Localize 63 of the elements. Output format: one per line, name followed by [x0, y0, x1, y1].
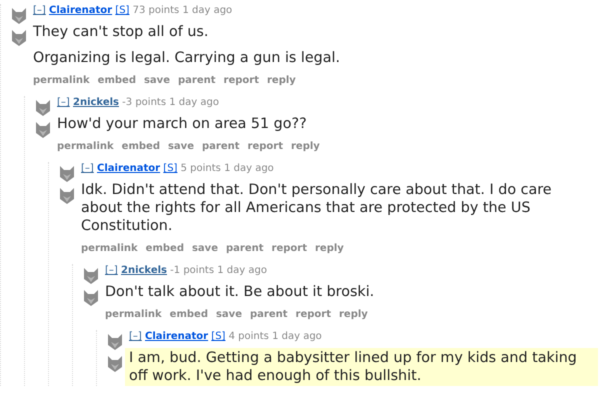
action-link[interactable]: parent: [250, 308, 288, 322]
action-link[interactable]: reply: [291, 140, 320, 154]
collapse-toggle[interactable]: [–]: [81, 163, 94, 174]
wolf-icon: [11, 7, 27, 25]
author-link[interactable]: Clairenator: [49, 5, 112, 16]
action-link[interactable]: save: [144, 74, 170, 88]
author-link[interactable]: 2nickels: [73, 97, 119, 108]
author-link[interactable]: 2nickels: [121, 265, 167, 276]
action-link[interactable]: embed: [146, 242, 184, 256]
wolf-icon: [11, 29, 27, 47]
timestamp: 1 day ago: [224, 163, 274, 174]
wolf-icon: [59, 165, 75, 183]
action-link[interactable]: save: [216, 308, 242, 322]
timestamp: 1 day ago: [272, 331, 322, 342]
timestamp: 1 day ago: [169, 97, 219, 108]
action-link[interactable]: permalink: [105, 308, 162, 322]
submitter-tag[interactable]: [S]: [115, 5, 130, 16]
wolf-icon: [35, 121, 51, 139]
timestamp: 1 day ago: [217, 265, 267, 276]
wolf-icon: [107, 333, 123, 351]
author-link[interactable]: Clairenator: [145, 331, 208, 342]
action-link[interactable]: permalink: [57, 140, 114, 154]
collapse-toggle[interactable]: [–]: [57, 97, 70, 108]
collapse-toggle[interactable]: [–]: [33, 5, 46, 16]
action-link[interactable]: report: [224, 74, 259, 88]
collapse-toggle[interactable]: [–]: [129, 331, 142, 342]
score-text: -3 points: [122, 97, 166, 108]
score-text: 5 points: [180, 163, 221, 174]
action-link[interactable]: embed: [98, 74, 136, 88]
action-link[interactable]: permalink: [33, 74, 90, 88]
timestamp: 1 day ago: [182, 5, 232, 16]
action-link[interactable]: report: [272, 242, 307, 256]
collapse-toggle[interactable]: [–]: [105, 265, 118, 276]
submitter-tag[interactable]: [S]: [163, 163, 178, 174]
action-link[interactable]: reply: [339, 308, 368, 322]
action-link[interactable]: embed: [170, 308, 208, 322]
action-link[interactable]: parent: [226, 242, 264, 256]
score-text: 73 points: [132, 5, 180, 16]
wolf-icon: [107, 355, 123, 373]
author-link[interactable]: Clairenator: [97, 163, 160, 174]
wolf-icon: [35, 99, 51, 117]
wolf-icon: [59, 187, 75, 205]
action-link[interactable]: save: [192, 242, 218, 256]
comment-text: Don't talk about it. Be about it broski.: [105, 283, 376, 301]
comment-text: They can't stop all of us.: [33, 23, 210, 41]
action-link[interactable]: permalink: [81, 242, 138, 256]
score-text: 4 points: [228, 331, 269, 342]
comment-text: Organizing is legal. Carrying a gun is legal.: [33, 49, 342, 67]
wolf-icon: [83, 289, 99, 307]
score-text: -1 points: [170, 265, 214, 276]
wolf-icon: [83, 267, 99, 285]
submitter-tag[interactable]: [S]: [211, 331, 226, 342]
comment-text: I am, bud. Getting a babysitter lined up for my kids and taking off work. I've had enough of this bullshit.: [129, 349, 578, 385]
action-link[interactable]: report: [296, 308, 331, 322]
action-link[interactable]: save: [168, 140, 194, 154]
comment-text: Idk. Didn't attend that. Don't personally care about that. I do care about the rights for all Americans that are protected by the US Constitution.: [81, 181, 553, 235]
action-link[interactable]: report: [248, 140, 283, 154]
action-link[interactable]: reply: [315, 242, 344, 256]
action-link[interactable]: reply: [267, 74, 296, 88]
action-link[interactable]: embed: [122, 140, 160, 154]
comment-text: How'd your march on area 51 go??: [57, 115, 308, 133]
action-link[interactable]: parent: [178, 74, 216, 88]
action-link[interactable]: parent: [202, 140, 240, 154]
